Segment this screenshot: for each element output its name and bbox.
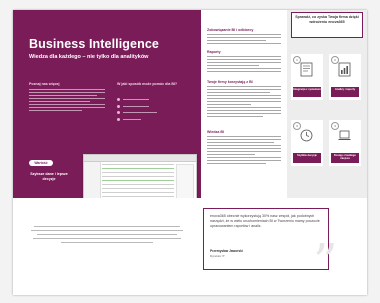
hero-col1-text (29, 89, 105, 113)
section-heading: Wiedza BI (207, 130, 224, 134)
hero-subtitle: Wiedza dla każdego – nie tylko dla anali… (29, 54, 149, 60)
middle-column: Zobowiązanie BI i odbiorcy Raporty Twoje… (201, 10, 287, 198)
card-label: Integracja z systemem (293, 87, 321, 97)
hero-tagline: Szybsze dane i lepsze decyzje (30, 172, 68, 181)
section-heading: Zobowiązanie BI i odbiorcy (207, 28, 254, 32)
list-item (117, 98, 157, 101)
app-toolbar (84, 155, 196, 162)
right-panel: Sprawdź, co zyska Twoja firma dzięki wdr… (287, 10, 367, 198)
list-item (117, 111, 157, 114)
laptop-icon (338, 130, 351, 140)
quote-role: Dyrektor IT (210, 254, 225, 258)
benefit-card: 3 Szybkie decyzje (291, 120, 323, 166)
benefit-card: 1 Integracja z systemem (291, 54, 323, 100)
hero-section: Business Intelligence Wiedza dla każdego… (13, 10, 201, 210)
hero-col1-heading: Poznaj nas więcej (29, 82, 60, 86)
hero-bullet-list (117, 98, 157, 124)
hero-col2-heading: W jaki sposób może pomóc dla BI? (117, 82, 178, 86)
card-label: Szybkie decyzje (293, 153, 321, 163)
bottom-section: enova365 obecnie wykorzystują 30% nasz z… (13, 198, 367, 295)
section-text (207, 56, 281, 74)
section-text (207, 34, 281, 46)
clock-icon (300, 129, 313, 142)
quote-mark-icon: ” (313, 234, 338, 290)
chart-document-icon (338, 62, 351, 77)
brochure-page: Business Intelligence Wiedza dla każdego… (13, 10, 367, 295)
quote-box: enova365 obecnie wykorzystują 30% nasz z… (203, 208, 329, 270)
quote-author: Przemysław Jaworski (210, 249, 243, 253)
card-label: Dostęp z każdego miejsca (331, 153, 359, 163)
quote-text: enova365 obecnie wykorzystują 30% nasz z… (210, 214, 320, 228)
section-text (207, 136, 281, 166)
benefit-card: 4 Dostęp z każdego miejsca (329, 120, 361, 166)
list-item (117, 117, 157, 121)
list-item (117, 104, 157, 108)
section-heading: Twoje firmy korzystają z BI (207, 80, 253, 84)
hero-title: Business Intelligence (29, 37, 159, 51)
document-icon (300, 62, 313, 77)
benefit-card: 2 Analizy i raporty (329, 54, 361, 100)
value-pill: Wartość (29, 160, 53, 166)
card-label: Analizy i raporty (331, 87, 359, 97)
callout-box: Sprawdź, co zyska Twoja firma dzięki wdr… (291, 12, 363, 38)
section-heading: Raporty (207, 50, 221, 54)
bottom-text (31, 226, 183, 246)
section-text (207, 86, 281, 119)
